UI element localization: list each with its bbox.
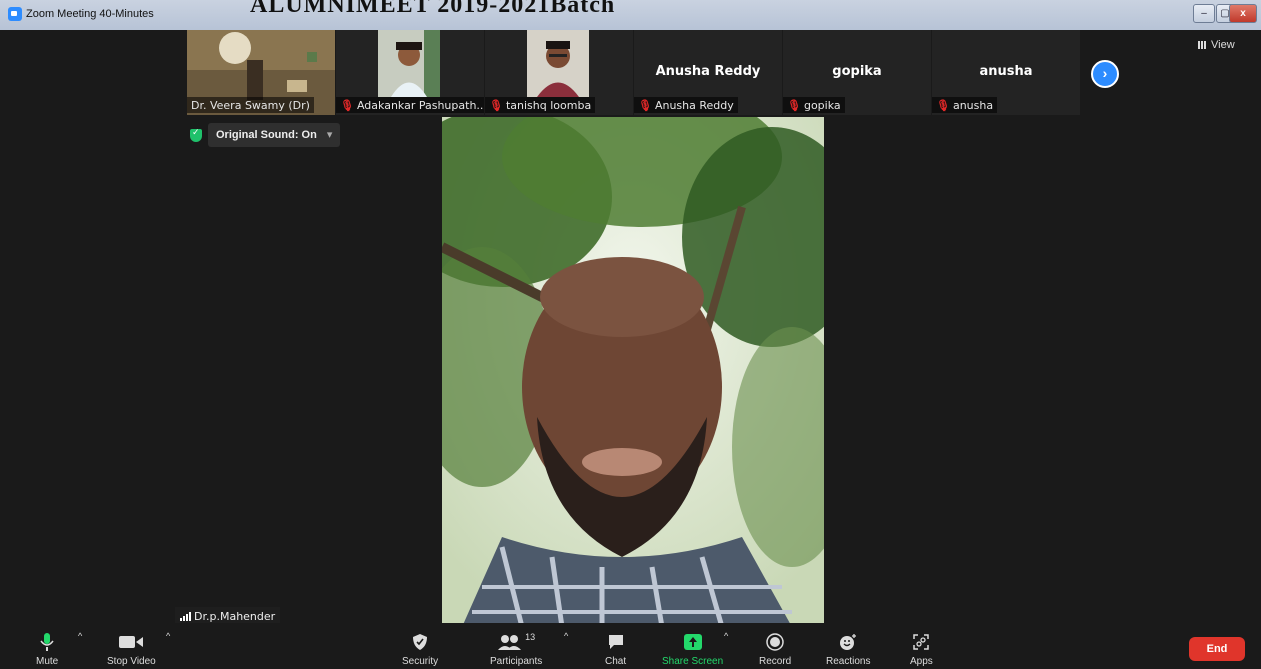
participant-tile[interactable]: Dr. Veera Swamy (Dr) bbox=[187, 30, 335, 115]
mute-button[interactable]: Mute bbox=[36, 632, 58, 667]
participant-name-label: 🎙︎ Anusha Reddy bbox=[634, 97, 738, 113]
close-window-button[interactable]: x bbox=[1229, 4, 1257, 23]
video-options-caret[interactable]: ^ bbox=[166, 631, 170, 641]
participants-count: 13 bbox=[525, 632, 536, 642]
participants-icon: 13 bbox=[497, 632, 535, 652]
participant-display-name: Anusha Reddy bbox=[655, 64, 761, 79]
participant-name-label: 🎙︎ gopika bbox=[783, 97, 845, 113]
participants-options-caret[interactable]: ^ bbox=[564, 631, 568, 641]
participants-label: Participants bbox=[490, 656, 543, 667]
share-screen-icon bbox=[683, 632, 703, 652]
microphone-icon bbox=[40, 632, 54, 652]
share-screen-button[interactable]: Share Screen bbox=[662, 632, 723, 667]
participant-name: Anusha Reddy bbox=[654, 98, 734, 112]
participant-tile[interactable]: 🎙︎ tanishq loomba bbox=[485, 30, 633, 115]
security-label: Security bbox=[402, 656, 439, 667]
zoom-logo-icon bbox=[8, 7, 22, 21]
end-meeting-button[interactable]: End bbox=[1189, 637, 1245, 661]
meeting-area: Dr. Veera Swamy (Dr) 🎙︎ Adakankar Pashup… bbox=[8, 30, 1257, 669]
original-sound-control: Original Sound: On ▾ bbox=[190, 123, 341, 147]
participant-tile[interactable]: anusha 🎙︎ anusha bbox=[932, 30, 1080, 115]
mic-muted-icon: 🎙︎ bbox=[936, 98, 950, 112]
participant-name-label: 🎙︎ Adakankar Pashupath... bbox=[336, 97, 484, 113]
speaker-name: Dr.p.Mahender bbox=[194, 609, 276, 623]
original-sound-button[interactable]: Original Sound: On ▾ bbox=[208, 123, 341, 147]
participant-name: Adakankar Pashupath... bbox=[356, 98, 484, 112]
participant-name-label: 🎙︎ tanishq loomba bbox=[485, 97, 596, 113]
record-button[interactable]: Record bbox=[759, 632, 791, 667]
mic-muted-icon: 🎙︎ bbox=[638, 98, 652, 112]
chevron-right-icon: › bbox=[1102, 65, 1108, 81]
stop-video-button[interactable]: Stop Video bbox=[107, 632, 156, 667]
meeting-toolbar: Mute ^ Stop Video ^ Security 13 Particip… bbox=[8, 623, 1257, 669]
participant-name: Dr. Veera Swamy (Dr) bbox=[191, 98, 310, 112]
participant-display-name: anusha bbox=[979, 64, 1033, 79]
record-icon bbox=[766, 632, 784, 652]
participant-name-label: 🎙︎ anusha bbox=[932, 97, 998, 113]
shield-check-icon bbox=[190, 127, 202, 142]
view-button[interactable]: View bbox=[1198, 39, 1235, 51]
participant-tile[interactable]: 🎙︎ Adakankar Pashupath... bbox=[336, 30, 484, 115]
mic-muted-icon: 🎙︎ bbox=[340, 98, 354, 112]
participant-name: tanishq loomba bbox=[505, 98, 592, 112]
stop-video-label: Stop Video bbox=[107, 656, 156, 667]
share-screen-label: Share Screen bbox=[662, 656, 724, 667]
chat-bubble-icon bbox=[607, 632, 625, 652]
record-label: Record bbox=[759, 656, 792, 667]
participant-name-label: Dr. Veera Swamy (Dr) bbox=[187, 97, 314, 113]
window-title: Zoom Meeting 40-Minutes bbox=[26, 8, 154, 20]
mic-muted-icon: 🎙︎ bbox=[489, 98, 503, 112]
chat-button[interactable]: Chat bbox=[605, 632, 626, 667]
emoji-plus-icon bbox=[838, 632, 858, 652]
apps-icon bbox=[912, 632, 930, 652]
participant-name: anusha bbox=[952, 98, 994, 112]
shield-icon bbox=[412, 632, 428, 652]
next-page-button[interactable]: › bbox=[1091, 60, 1119, 88]
active-speaker-video bbox=[442, 117, 824, 627]
mic-muted-icon: 🎙︎ bbox=[787, 98, 801, 112]
participant-tile[interactable]: gopika 🎙︎ gopika bbox=[783, 30, 931, 115]
speaker-video-frame bbox=[442, 117, 824, 627]
chevron-down-icon[interactable]: ▾ bbox=[327, 123, 333, 147]
window-titlebar: ALUMNIMEET 2019-2021Batch Zoom Meeting 4… bbox=[0, 0, 1261, 30]
share-options-caret[interactable]: ^ bbox=[724, 631, 728, 641]
grid-icon bbox=[1198, 41, 1207, 49]
original-sound-label: Original Sound: On bbox=[216, 129, 317, 141]
mute-label: Mute bbox=[36, 656, 59, 667]
participants-button[interactable]: 13 Participants bbox=[490, 632, 542, 667]
mute-options-caret[interactable]: ^ bbox=[78, 631, 82, 641]
participant-display-name: gopika bbox=[832, 64, 882, 79]
video-camera-icon bbox=[118, 632, 144, 652]
participant-tile[interactable]: Anusha Reddy 🎙︎ Anusha Reddy bbox=[634, 30, 782, 115]
apps-label: Apps bbox=[910, 656, 933, 667]
signal-bars-icon bbox=[180, 611, 191, 621]
app-title: Zoom Meeting 40-Minutes bbox=[8, 7, 154, 21]
reactions-label: Reactions bbox=[826, 656, 871, 667]
apps-button[interactable]: Apps bbox=[910, 632, 933, 667]
view-label: View bbox=[1211, 39, 1235, 51]
meeting-banner: ALUMNIMEET 2019-2021Batch bbox=[250, 0, 616, 18]
chat-label: Chat bbox=[605, 656, 627, 667]
reactions-button[interactable]: Reactions bbox=[826, 632, 870, 667]
minimize-button[interactable]: – bbox=[1193, 4, 1215, 23]
security-button[interactable]: Security bbox=[402, 632, 438, 667]
participant-name: gopika bbox=[803, 98, 841, 112]
